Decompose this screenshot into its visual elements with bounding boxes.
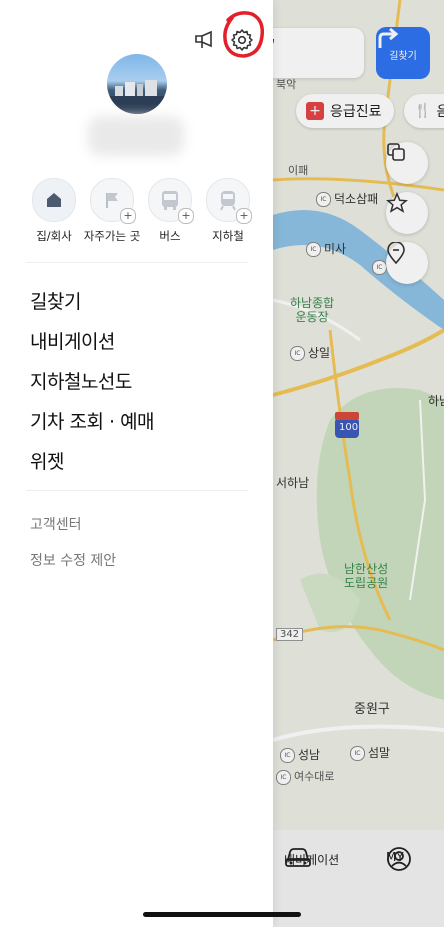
profile-icon	[387, 847, 411, 871]
chip-emergency-label: 응급진료	[330, 104, 382, 120]
route-100-shield: 100	[339, 422, 359, 433]
quick-item-bus[interactable]: + 버스	[142, 178, 198, 244]
quick-item-favorite-places-circle: +	[90, 178, 136, 224]
map-label-seongmal: IC 섬말	[350, 744, 390, 761]
location-button[interactable]	[386, 242, 428, 284]
map-label-sangil: IC 상일	[290, 344, 330, 361]
quick-access-row: 집/회사 + 자주가는 곳 + 버스 + 지하철	[26, 178, 256, 244]
chip-restaurant[interactable]: 🍴 음	[404, 94, 444, 128]
quick-item-bus-circle: +	[148, 178, 194, 224]
cross-icon: +	[306, 102, 324, 120]
map-label-misa: IC 미사	[306, 240, 346, 257]
car-icon	[285, 848, 311, 867]
bus-icon	[162, 191, 178, 210]
menu-item-subway-map[interactable]: 지하철노선도	[30, 362, 154, 402]
quick-item-favorite-places-label: 자주가는 곳	[83, 229, 141, 243]
menu-item-train-booking[interactable]: 기차 조회 · 예매	[30, 402, 155, 442]
map-label-top: 북악	[276, 78, 297, 91]
add-plus-icon[interactable]: +	[120, 208, 136, 224]
home-icon	[47, 193, 61, 207]
blurred-username	[88, 116, 184, 156]
map-label-hanam-park: 하남종합 운동장	[290, 296, 335, 324]
menu-item-widget[interactable]: 위젯	[30, 442, 154, 482]
route-342-badge: 342	[276, 628, 304, 641]
add-plus-icon[interactable]: +	[178, 208, 194, 224]
quick-item-subway-circle: +	[206, 178, 252, 224]
quick-item-bus-label: 버스	[159, 229, 181, 243]
menu-item-route[interactable]: 길찾기	[30, 282, 154, 322]
drawer-menu: 길찾기 내비게이션 지하철노선도 기차 조회 · 예매 위젯	[30, 282, 155, 482]
map-label-ipae: 이패	[288, 164, 309, 177]
map-label-yeosu: IC 여수대로	[276, 768, 334, 785]
menu-item-suggest-edit[interactable]: 정보 수정 제안	[30, 543, 116, 579]
menu-item-customer-center[interactable]: 고객센터	[30, 507, 116, 543]
home-indicator	[143, 912, 301, 917]
star-icon	[386, 192, 408, 213]
avatar[interactable]	[107, 54, 167, 114]
map-label-seohanam: 서하남	[276, 476, 310, 490]
quick-item-home-circle	[32, 178, 76, 222]
chip-emergency[interactable]: + 응급진료	[296, 94, 394, 128]
map-label-hanam: 하남	[428, 394, 444, 408]
menu-item-navigation[interactable]: 내비게이션	[30, 322, 154, 362]
map-search-box[interactable]	[258, 28, 364, 78]
quick-item-subway[interactable]: + 지하철	[200, 178, 256, 244]
subway-icon	[220, 191, 236, 211]
red-circle-annotation	[223, 11, 265, 58]
divider	[26, 262, 248, 263]
layers-icon	[387, 143, 405, 161]
map-label-deokso: IC 덕소삼패	[316, 190, 378, 207]
add-plus-icon[interactable]: +	[236, 208, 252, 224]
map-pin-icon	[387, 242, 405, 264]
chip-restaurant-label: 음	[436, 104, 444, 120]
map-label-jungwon: 중원구	[354, 702, 390, 717]
side-drawer: 집/회사 + 자주가는 곳 + 버스 + 지하철 길찾기 내비게이션 지하철노선…	[0, 0, 273, 927]
quick-item-subway-label: 지하철	[212, 229, 244, 243]
map-label-namhansanseong: 남한산성 도립공원	[344, 562, 389, 590]
quick-item-favorite-places[interactable]: + 자주가는 곳	[84, 178, 140, 244]
quick-item-home-label: 집/회사	[36, 229, 72, 243]
favorites-button[interactable]	[386, 192, 428, 234]
bottom-nav-my[interactable]: MY	[386, 846, 411, 871]
drawer-sub-menu: 고객센터 정보 수정 제안	[30, 507, 116, 579]
flag-icon	[106, 193, 118, 208]
route-arrow-icon	[378, 27, 399, 48]
fork-knife-icon: 🍴	[414, 103, 432, 119]
megaphone-icon[interactable]	[194, 30, 216, 50]
bottom-nav-navigation[interactable]: 내비게이션	[284, 846, 339, 868]
route-button[interactable]: 길찾기	[376, 27, 430, 79]
map-label-seongnam: IC 성남	[280, 746, 320, 763]
avatar-photo-icon	[107, 80, 167, 114]
divider	[26, 490, 248, 491]
quick-item-home[interactable]: 집/회사	[26, 178, 82, 244]
layers-button[interactable]	[386, 142, 428, 184]
